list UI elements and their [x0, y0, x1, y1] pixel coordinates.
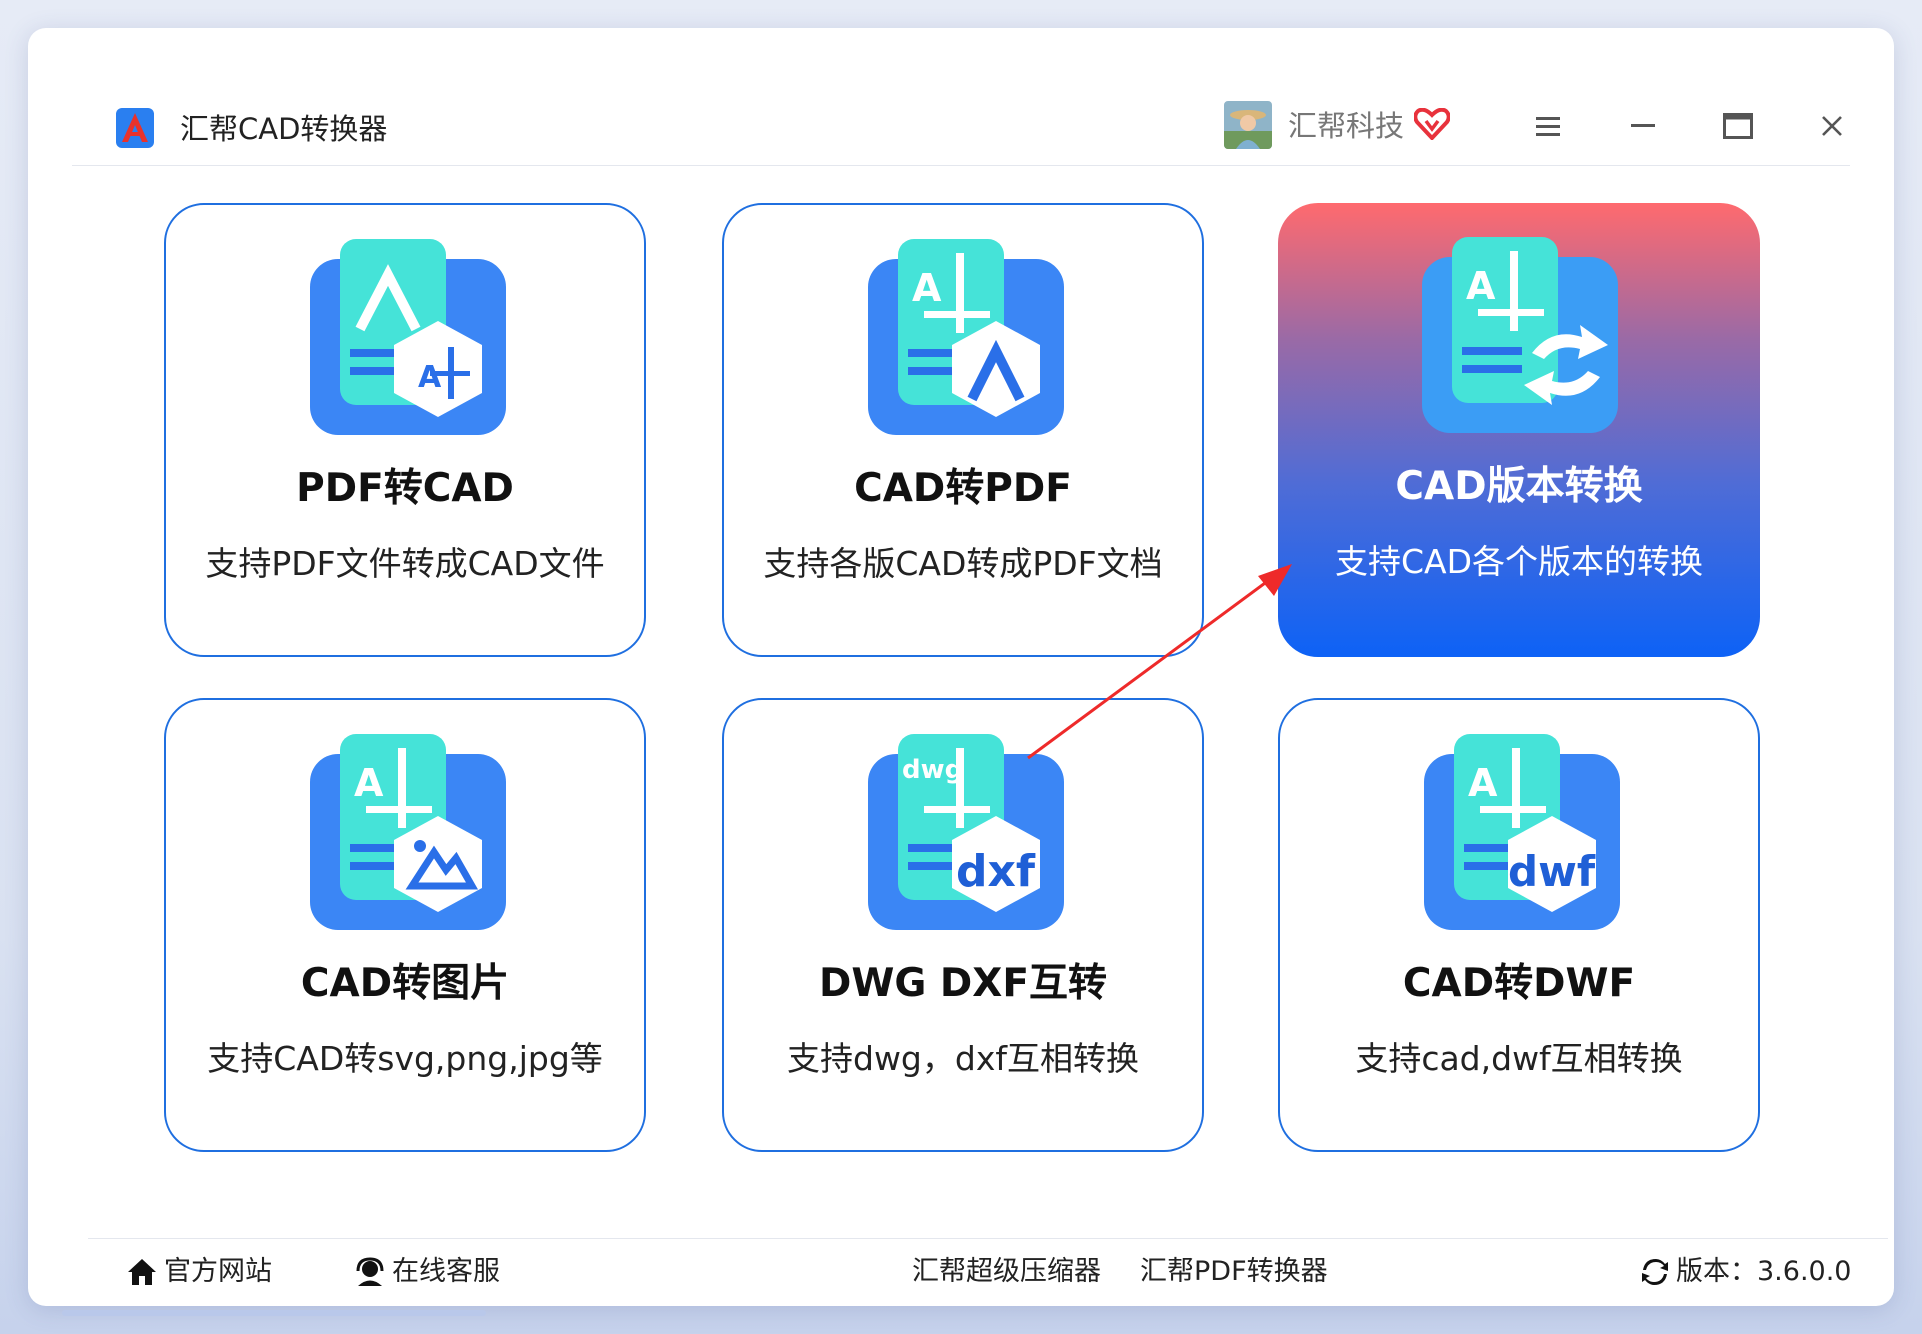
svg-text:A: A — [1466, 264, 1496, 308]
hamburger-icon — [1536, 117, 1560, 136]
official-site-label: 官方网站 — [164, 1256, 272, 1287]
version-check-link[interactable]: 版本：3.6.0.0 — [1640, 1255, 1851, 1289]
version-convert-icon: A — [1422, 237, 1618, 433]
minimize-button[interactable] — [1617, 100, 1669, 152]
app-title: 汇帮CAD转换器 — [180, 112, 388, 146]
close-button[interactable] — [1806, 100, 1858, 152]
pdf-converter-label: 汇帮PDF转换器 — [1140, 1256, 1328, 1287]
close-icon — [1822, 116, 1842, 136]
card-description: 支持CAD各个版本的转换 — [1334, 542, 1704, 581]
online-service-label: 在线客服 — [392, 1256, 500, 1287]
card-description: 支持各版CAD转成PDF文档 — [763, 544, 1163, 583]
cad-to-dwf-icon: A dwf — [1424, 734, 1620, 930]
card-description: 支持CAD转svg,png,jpg等 — [207, 1039, 603, 1078]
card-title: CAD转图片 — [300, 961, 510, 1006]
svg-text:A: A — [418, 360, 442, 395]
svg-text:dxf: dxf — [956, 846, 1036, 897]
official-site-link[interactable]: 官方网站 — [126, 1255, 272, 1289]
avatar[interactable] — [1224, 101, 1272, 149]
cad-to-pdf-icon: A — [868, 239, 1064, 435]
dwg-dxf-icon: dwg dxf — [868, 734, 1064, 930]
svg-text:A: A — [1468, 761, 1498, 805]
svg-text:dwf: dwf — [1508, 847, 1596, 896]
pdf-converter-link[interactable]: 汇帮PDF转换器 — [1140, 1255, 1328, 1289]
pdf-to-cad-icon: A — [310, 239, 506, 435]
card-cad-version-convert[interactable]: A CAD版本转换 支持CAD各个版本的转换 — [1278, 203, 1760, 657]
card-title: CAD版本转换 — [1395, 464, 1643, 509]
version-label: 版本：3.6.0.0 — [1676, 1256, 1852, 1287]
home-icon — [128, 1259, 156, 1285]
card-title: DWG DXF互转 — [818, 961, 1108, 1006]
svg-text:A: A — [354, 761, 384, 805]
cad-to-image-icon: A — [310, 734, 506, 930]
app-window: 汇帮CAD转换器 汇帮科技 A PDF转CAD 支持PDF文件转成CAD文件 A… — [28, 28, 1894, 1306]
svg-text:dwg: dwg — [902, 755, 963, 785]
card-description: 支持PDF文件转成CAD文件 — [205, 544, 605, 583]
app-logo-icon — [116, 108, 154, 148]
online-service-link[interactable]: 在线客服 — [354, 1255, 500, 1289]
compressor-label: 汇帮超级压缩器 — [912, 1256, 1101, 1287]
menu-button[interactable] — [1522, 100, 1574, 152]
card-description: 支持cad,dwf互相转换 — [1355, 1039, 1683, 1078]
card-cad-to-pdf[interactable]: A CAD转PDF 支持各版CAD转成PDF文档 — [722, 203, 1204, 657]
maximize-icon — [1723, 113, 1753, 139]
card-description: 支持dwg，dxf互相转换 — [787, 1039, 1139, 1078]
card-dwg-dxf-convert[interactable]: dwg dxf DWG DXF互转 支持dwg，dxf互相转换 — [722, 698, 1204, 1152]
refresh-icon — [1642, 1259, 1668, 1285]
vip-heart-icon[interactable] — [1414, 108, 1450, 140]
svg-text:A: A — [912, 266, 942, 310]
card-cad-to-image[interactable]: A CAD转图片 支持CAD转svg,png,jpg等 — [164, 698, 646, 1152]
customer-service-icon — [356, 1257, 384, 1286]
card-title: CAD转PDF — [854, 466, 1072, 511]
title-bar: 汇帮CAD转换器 汇帮科技 — [72, 78, 1850, 166]
card-pdf-to-cad[interactable]: A PDF转CAD 支持PDF文件转成CAD文件 — [164, 203, 646, 657]
maximize-button[interactable] — [1712, 100, 1764, 152]
minimize-icon — [1631, 124, 1655, 127]
card-title: PDF转CAD — [296, 466, 514, 511]
scrollbar-thumb[interactable] — [62, 1310, 486, 1316]
footer-bar: 官方网站 在线客服 汇帮超级压缩器 汇帮PDF转换器 版本：3.6.0.0 — [88, 1238, 1888, 1294]
user-name[interactable]: 汇帮科技 — [1288, 108, 1404, 144]
compressor-link[interactable]: 汇帮超级压缩器 — [912, 1255, 1101, 1289]
card-title: CAD转DWF — [1402, 961, 1636, 1006]
card-cad-to-dwf[interactable]: A dwf CAD转DWF 支持cad,dwf互相转换 — [1278, 698, 1760, 1152]
